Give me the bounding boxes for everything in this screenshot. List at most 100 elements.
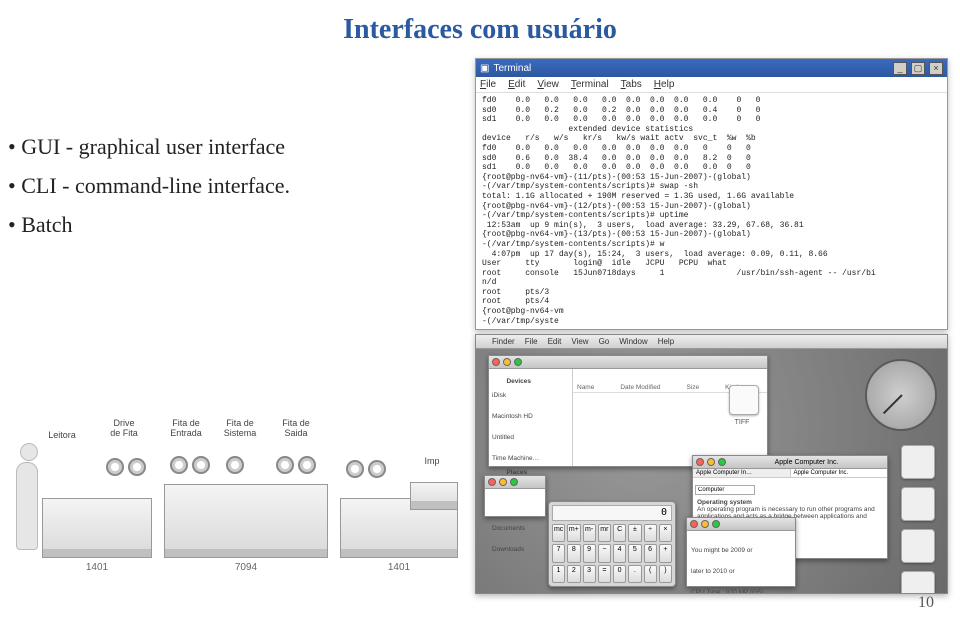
- menubar-go[interactable]: Go: [599, 337, 610, 346]
- tape-reel-icon: [346, 460, 364, 478]
- operator-icon: [16, 462, 38, 550]
- terminal-title: Terminal: [493, 63, 531, 74]
- finder-titlebar[interactable]: [489, 356, 767, 369]
- calc-key[interactable]: m-: [583, 524, 596, 542]
- menubar-edit[interactable]: Edit: [548, 337, 562, 346]
- zoom-icon[interactable]: [712, 520, 720, 528]
- info-window[interactable]: You might be 2009 or later to 2010 or CP…: [686, 517, 796, 587]
- tape-reel-icon: [226, 456, 244, 474]
- bullet-cli: CLI - command-line interface.: [8, 169, 290, 202]
- close-icon[interactable]: [488, 478, 496, 486]
- menu-tabs[interactable]: Tabs: [621, 79, 642, 90]
- sidebar-item[interactable]: Macintosh HD: [492, 413, 569, 420]
- browser-tab[interactable]: Apple Computer In…: [693, 469, 791, 477]
- menubar-finder[interactable]: Finder: [492, 337, 515, 346]
- zoom-icon[interactable]: [718, 458, 726, 466]
- calc-key[interactable]: 0: [613, 565, 626, 583]
- calculator-keypad[interactable]: mcm+m-mrC±÷× 789−456+ 123=0.(): [552, 524, 672, 583]
- menubar-help[interactable]: Help: [658, 337, 674, 346]
- mini-window[interactable]: [484, 475, 546, 517]
- browser-titlebar[interactable]: Apple Computer Inc.: [693, 456, 887, 469]
- tape-reel-icon: [106, 458, 124, 476]
- calc-key[interactable]: mr: [598, 524, 611, 542]
- page-number: 10: [918, 594, 934, 612]
- file-thumbnail[interactable]: [729, 385, 759, 415]
- col-name[interactable]: Name: [577, 384, 594, 391]
- finder-sidebar[interactable]: Devices iDisk Macintosh HD Untitled Time…: [489, 369, 573, 466]
- calc-key[interactable]: (: [644, 565, 657, 583]
- menu-view[interactable]: View: [537, 79, 559, 90]
- clock-widget[interactable]: [865, 359, 937, 431]
- zoom-icon[interactable]: [514, 358, 522, 366]
- close-icon[interactable]: [492, 358, 500, 366]
- calc-key[interactable]: ±: [628, 524, 641, 542]
- terminal-output[interactable]: fd0 0.0 0.0 0.0 0.0 0.0 0.0 0.0 0.0 0 0 …: [476, 93, 947, 329]
- calc-key[interactable]: −: [598, 544, 611, 562]
- maximize-button[interactable]: ▢: [911, 62, 925, 75]
- calc-key[interactable]: m+: [567, 524, 580, 542]
- machine-7094-label: 7094: [165, 562, 327, 573]
- minimize-icon[interactable]: [499, 478, 507, 486]
- calc-key[interactable]: ÷: [644, 524, 657, 542]
- info-line: later to 2010 or: [691, 568, 791, 575]
- menubar-view[interactable]: View: [571, 337, 588, 346]
- machine-1401-left-label: 1401: [43, 562, 151, 573]
- desktop-icon[interactable]: [901, 445, 935, 479]
- sidebar-item[interactable]: iDisk: [492, 392, 569, 399]
- calc-key[interactable]: ): [659, 565, 672, 583]
- calc-key[interactable]: +: [659, 544, 672, 562]
- calc-key[interactable]: 5: [628, 544, 641, 562]
- minimize-icon[interactable]: [707, 458, 715, 466]
- desktop-icon[interactable]: [901, 571, 935, 594]
- info-line: You might be 2009 or: [691, 547, 791, 554]
- calc-key[interactable]: ×: [659, 524, 672, 542]
- desktop-icon[interactable]: [901, 529, 935, 563]
- zoom-icon[interactable]: [510, 478, 518, 486]
- label-drive: Drive de Fita: [94, 418, 154, 438]
- calc-key[interactable]: 4: [613, 544, 626, 562]
- menu-file[interactable]: File: [480, 79, 496, 90]
- finder-file-pane[interactable]: Name Date Modified Size Kind TIFF: [573, 369, 767, 466]
- minimize-icon[interactable]: [503, 358, 511, 366]
- tape-reel-icon: [128, 458, 146, 476]
- calc-key[interactable]: 6: [644, 544, 657, 562]
- sidebar-item[interactable]: Untitled: [492, 434, 569, 441]
- menu-help[interactable]: Help: [654, 79, 675, 90]
- finder-window[interactable]: Devices iDisk Macintosh HD Untitled Time…: [488, 355, 768, 467]
- calc-key[interactable]: mc: [552, 524, 565, 542]
- minimize-icon[interactable]: [701, 520, 709, 528]
- calculator-display: 0: [552, 505, 672, 521]
- terminal-window: ▣ Terminal _ ▢ × File Edit View Terminal…: [475, 58, 948, 330]
- col-date[interactable]: Date Modified: [620, 384, 660, 391]
- browser-tab[interactable]: Apple Computer Inc.: [791, 469, 888, 477]
- close-icon[interactable]: [696, 458, 704, 466]
- calc-key[interactable]: 3: [583, 565, 596, 583]
- close-icon[interactable]: [690, 520, 698, 528]
- machine-1401-left: 1401: [42, 498, 152, 558]
- menubar[interactable]: Finder File Edit View Go Window Help: [476, 335, 947, 349]
- col-size[interactable]: Size: [686, 384, 699, 391]
- calc-key[interactable]: 7: [552, 544, 565, 562]
- sidebar-item[interactable]: Time Machine…: [492, 455, 569, 462]
- calc-key[interactable]: C: [613, 524, 626, 542]
- calc-key[interactable]: 2: [567, 565, 580, 583]
- menu-edit[interactable]: Edit: [508, 79, 525, 90]
- terminal-menubar[interactable]: File Edit View Terminal Tabs Help: [476, 77, 947, 93]
- calc-key[interactable]: 8: [567, 544, 580, 562]
- calc-key[interactable]: 1: [552, 565, 565, 583]
- info-titlebar[interactable]: [687, 518, 795, 531]
- calc-key[interactable]: =: [598, 565, 611, 583]
- calc-key[interactable]: 9: [583, 544, 596, 562]
- menubar-file[interactable]: File: [525, 337, 538, 346]
- calculator-window[interactable]: 0 mcm+m-mrC±÷× 789−456+ 123=0.(): [548, 501, 676, 587]
- sidebar-header-devices: Devices: [506, 378, 531, 385]
- browser-search-field[interactable]: [695, 485, 755, 495]
- desktop-icon[interactable]: [901, 487, 935, 521]
- menu-terminal[interactable]: Terminal: [571, 79, 609, 90]
- mini-titlebar[interactable]: [485, 476, 545, 489]
- terminal-titlebar[interactable]: ▣ Terminal _ ▢ ×: [476, 59, 947, 77]
- close-button[interactable]: ×: [929, 62, 943, 75]
- minimize-button[interactable]: _: [893, 62, 907, 75]
- menubar-window[interactable]: Window: [619, 337, 647, 346]
- calc-key[interactable]: .: [628, 565, 641, 583]
